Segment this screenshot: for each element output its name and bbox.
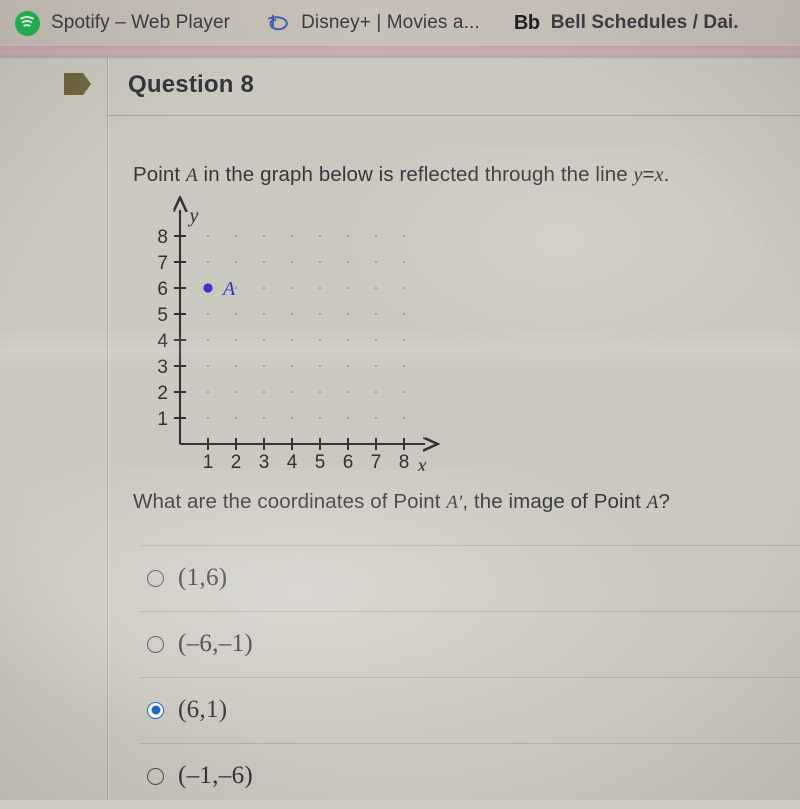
graph-svg: 1 2 3 4 5 6 7 8 1 2 3 4 5 6 7 8 x y A — [157, 196, 450, 471]
answer-option-3[interactable]: (6,1) — [108, 677, 800, 743]
y-tick-label: 2 — [157, 383, 168, 404]
prompt-text-1: Point — [133, 163, 187, 186]
answer-option-label: (–1,–6) — [178, 762, 254, 789]
prompt-equals: = — [642, 163, 655, 186]
x-tick-label: 3 — [259, 452, 270, 471]
radio-button-selected[interactable] — [147, 701, 164, 719]
y-tick-label: 5 — [157, 305, 168, 326]
graph-x-tick-labels: 1 2 3 4 5 6 7 8 — [203, 452, 410, 471]
x-tick-label: 2 — [231, 452, 242, 471]
x-tick-label: 5 — [315, 452, 326, 471]
subprompt-variable-a: A — [646, 492, 659, 513]
prompt-variable-a: A — [186, 165, 198, 186]
subprompt-variable-a-prime: A′ — [446, 492, 463, 513]
subprompt-text-2: , the image of Point — [462, 490, 647, 513]
disney-plus-icon — [264, 10, 290, 36]
y-tick-label: 4 — [157, 331, 168, 352]
radio-button[interactable] — [147, 635, 164, 653]
browser-tab-title: Spotify – Web Player — [51, 12, 231, 33]
radio-button[interactable] — [147, 569, 164, 587]
screenshot-root: Spotify – Web Player Disney+ | Movies a.… — [0, 0, 800, 800]
prompt-variable-x: x — [654, 164, 664, 186]
x-tick-label: 6 — [343, 452, 354, 471]
x-tick-label: 4 — [287, 452, 298, 471]
y-tick-label: 3 — [157, 357, 168, 378]
prompt-text-2: in the graph below is reflected through … — [197, 163, 634, 186]
y-tick-label: 7 — [157, 253, 168, 274]
flag-bookmark-icon[interactable] — [63, 71, 93, 97]
blackboard-bb-icon: Bb — [513, 11, 540, 34]
question-subprompt: What are the coordinates of Point A′, th… — [133, 490, 670, 514]
subprompt-text-3: ? — [658, 490, 670, 513]
x-tick-label: 8 — [399, 452, 410, 471]
y-tick-label: 8 — [157, 227, 168, 248]
answer-option-label: (6,1) — [178, 696, 228, 723]
answer-option-1[interactable]: (1,6) — [108, 545, 800, 611]
graph-y-tick-labels: 1 2 3 4 5 6 7 8 — [157, 227, 168, 430]
prompt-period: . — [663, 163, 670, 186]
browser-tab-strip: Spotify – Web Player Disney+ | Movies a.… — [0, 0, 800, 46]
browser-tab-title: Disney+ | Movies a... — [301, 12, 480, 33]
question-prompt: Point A in the graph below is reflected … — [133, 163, 669, 187]
browser-chrome-accent-band — [0, 46, 800, 58]
answer-option-label: (1,6) — [178, 564, 228, 591]
y-axis-label: y — [188, 205, 199, 227]
graph-dot-grid — [206, 234, 406, 420]
answer-option-2[interactable]: (–6,–1) — [108, 611, 800, 677]
question-header: Question 8 — [108, 58, 800, 115]
graph-axes — [180, 210, 425, 444]
y-tick-label: 6 — [157, 279, 168, 300]
plotted-point-a — [203, 283, 213, 293]
browser-tab-spotify[interactable]: Spotify – Web Player — [0, 0, 230, 46]
plotted-point-a-label: A — [221, 278, 236, 300]
prompt-variable-y: y — [633, 164, 643, 186]
page-title: Question 8 — [128, 71, 255, 98]
coordinate-plane-graph: 1 2 3 4 5 6 7 8 1 2 3 4 5 6 7 8 x y A — [150, 196, 450, 471]
x-tick-label: 7 — [371, 452, 382, 471]
answer-option-label: (–6,–1) — [178, 630, 254, 657]
subprompt-text-1: What are the coordinates of Point — [133, 490, 447, 513]
x-axis-label: x — [417, 455, 427, 471]
browser-tab-title: Bell Schedules / Dai. — [550, 12, 739, 33]
y-tick-label: 1 — [157, 409, 168, 430]
x-tick-label: 1 — [203, 452, 214, 471]
browser-tab-blackboard[interactable]: Bb Bell Schedules / Dai. — [480, 0, 739, 46]
spotify-icon — [14, 10, 40, 36]
radio-button[interactable] — [147, 767, 164, 785]
question-header-divider — [108, 115, 800, 116]
browser-tab-disney-plus[interactable]: Disney+ | Movies a... — [230, 0, 480, 46]
answer-option-4[interactable]: (–1,–6) — [108, 743, 800, 809]
